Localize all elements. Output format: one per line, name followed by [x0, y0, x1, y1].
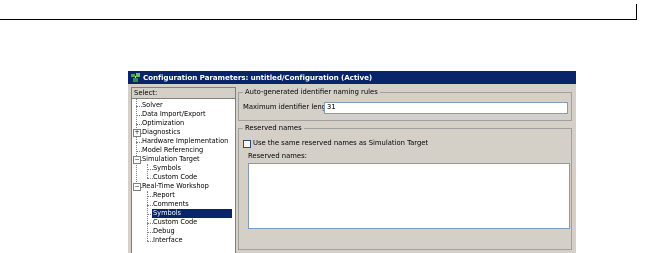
reserved-names-label: Reserved names:	[248, 152, 307, 160]
naming-rules-group: Auto-generated identifier naming rules M…	[238, 88, 572, 121]
select-tree-pane[interactable]: Select: Solver Data Import/Export Optimiza…	[131, 87, 236, 253]
reserved-names-textarea[interactable]	[248, 163, 570, 229]
tree-item[interactable]: Data Import/Export	[141, 110, 207, 119]
max-identifier-length-input[interactable]: 31	[324, 102, 568, 114]
tree-item[interactable]: Debug	[152, 227, 176, 236]
tree-item[interactable]: Comments	[152, 200, 190, 209]
tree-item[interactable]: Custom Code	[152, 173, 198, 182]
tree-item[interactable]: Custom Code	[152, 218, 198, 227]
tree-item[interactable]: Solver	[141, 101, 164, 110]
tree-item[interactable]: Diagnostics	[141, 128, 181, 137]
simulink-app-icon	[131, 73, 140, 82]
collapse-icon[interactable]: −	[133, 183, 141, 191]
max-identifier-length-label: Maximum identifier length:	[243, 103, 336, 111]
tree-item[interactable]: Report	[152, 191, 176, 200]
page-header-tick	[636, 4, 637, 20]
tree-item[interactable]: Real-Time Workshop	[141, 182, 210, 191]
tree-item[interactable]: Optimization	[141, 119, 185, 128]
tree-guide-line	[147, 191, 148, 241]
reserved-names-group: Reserved names Use the same reserved nam…	[238, 124, 572, 250]
tree-item[interactable]: Interface	[152, 236, 184, 245]
collapse-icon[interactable]: −	[133, 156, 141, 164]
reserved-names-title: Reserved names	[243, 124, 304, 133]
tree-item[interactable]: Symbols	[152, 164, 182, 173]
tree-item[interactable]: Hardware Implementation	[141, 137, 229, 146]
dialog-title: Configuration Parameters: untitled/Confi…	[143, 73, 373, 82]
naming-rules-title: Auto-generated identifier naming rules	[243, 88, 380, 97]
tree-guide-line	[147, 164, 148, 178]
dialog-titlebar[interactable]: Configuration Parameters: untitled/Confi…	[128, 71, 576, 84]
tree-item[interactable]: Simulation Target	[141, 155, 201, 164]
tree-item[interactable]: Model Referencing	[141, 146, 204, 155]
configuration-dialog: Configuration Parameters: untitled/Confi…	[128, 71, 576, 253]
same-reserved-names-label: Use the same reserved names as Simulatio…	[253, 139, 429, 147]
page-header-rule	[0, 19, 636, 20]
symbols-settings-pane: Auto-generated identifier naming rules M…	[236, 87, 574, 253]
expand-icon[interactable]: +	[133, 129, 141, 137]
tree-item[interactable]: Symbols	[152, 209, 232, 218]
same-reserved-names-checkbox[interactable]	[243, 140, 251, 148]
select-tree-header: Select:	[132, 88, 235, 99]
